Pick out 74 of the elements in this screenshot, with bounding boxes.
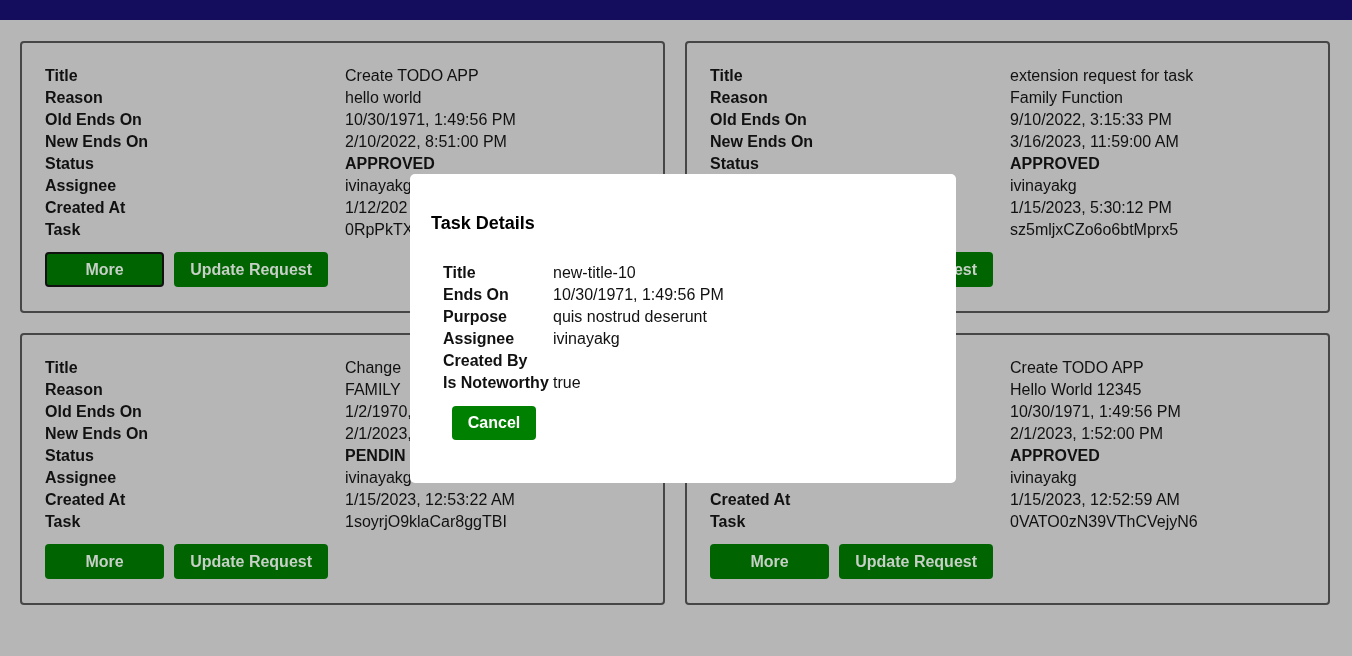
field-value: 3/16/2023, 11:59:00 AM [1010, 132, 1179, 152]
field-label: Title [45, 358, 78, 378]
field-label: New Ends On [710, 132, 814, 152]
update-request-button[interactable]: Update Request [839, 544, 993, 579]
field-label: New Ends On [45, 132, 149, 152]
field-label: Created At [45, 490, 126, 510]
field-label: Status [710, 154, 759, 174]
field-value: 0VATO0zN39VThCVejyN6 [1010, 512, 1198, 532]
field-value: sz5mljxCZo6o6btMprx5 [1010, 220, 1179, 240]
field-value: quis nostrud deserunt [553, 307, 707, 327]
field-label: Purpose [443, 307, 507, 327]
field-label: Created By [443, 351, 528, 371]
field-value: 2/10/2022, 8:51:00 PM [345, 132, 507, 152]
field-label: Created At [710, 490, 791, 510]
cancel-button[interactable]: Cancel [452, 406, 536, 440]
field-label: Is Noteworthy [443, 373, 549, 393]
field-value: extension request for task [1010, 66, 1194, 86]
field-value: true [553, 373, 581, 393]
field-label: Old Ends On [45, 110, 142, 130]
dialog-title: Task Details [431, 213, 536, 234]
field-value: 1/15/2023, 5:30:12 PM [1010, 198, 1172, 218]
more-button[interactable]: More [710, 544, 829, 579]
status-value: APPROVED [1010, 154, 1100, 174]
field-value: 10/30/1971, 1:49:56 PM [1010, 402, 1181, 422]
field-value: ivinayakg [345, 468, 412, 488]
more-button[interactable]: More [45, 544, 164, 579]
field-label: Title [443, 263, 476, 283]
field-value: 2/1/2023, [345, 424, 412, 444]
field-value: 1soyrjO9klaCar8ggTBI [345, 512, 507, 532]
field-label: Task [710, 512, 746, 532]
field-value: 1/12/202 [345, 198, 408, 218]
field-label: Reason [45, 88, 103, 108]
field-value: 10/30/1971, 1:49:56 PM [553, 285, 724, 305]
field-value: Hello World 12345 [1010, 380, 1142, 400]
field-label: Assignee [45, 468, 117, 488]
field-value: hello world [345, 88, 422, 108]
update-request-button[interactable]: Update Request [174, 252, 328, 287]
field-label: Task [45, 512, 81, 532]
field-value: Create TODO APP [1010, 358, 1144, 378]
status-value: APPROVED [345, 154, 435, 174]
status-value: PENDIN [345, 446, 406, 466]
field-value: 9/10/2022, 3:15:33 PM [1010, 110, 1172, 130]
field-value: 1/15/2023, 12:53:22 AM [345, 490, 515, 510]
update-request-button[interactable]: Update Request [174, 544, 328, 579]
field-label: Reason [45, 380, 103, 400]
more-button[interactable]: More [45, 252, 164, 287]
field-label: Created At [45, 198, 126, 218]
field-label: Status [45, 154, 94, 174]
field-label: Task [45, 220, 81, 240]
status-value: APPROVED [1010, 446, 1100, 466]
field-value: ivinayakg [345, 176, 412, 196]
field-value: ivinayakg [1010, 176, 1077, 196]
field-value: 10/30/1971, 1:49:56 PM [345, 110, 516, 130]
field-label: New Ends On [45, 424, 149, 444]
field-label: Ends On [443, 285, 509, 305]
field-label: Reason [710, 88, 768, 108]
field-value: FAMILY [345, 380, 401, 400]
field-label: Old Ends On [710, 110, 807, 130]
field-label: Assignee [443, 329, 515, 349]
field-value: 0RpPkTX [345, 220, 414, 240]
field-value: 2/1/2023, 1:52:00 PM [1010, 424, 1163, 444]
field-value: Change [345, 358, 402, 378]
field-value: Create TODO APP [345, 66, 479, 86]
field-label: Title [45, 66, 78, 86]
field-label: Title [710, 66, 743, 86]
field-label: Status [45, 446, 94, 466]
field-value: new-title-10 [553, 263, 636, 283]
field-value: 1/2/1970, [345, 402, 412, 422]
field-value: 1/15/2023, 12:52:59 AM [1010, 490, 1180, 510]
field-label: Assignee [45, 176, 117, 196]
field-value: ivinayakg [1010, 468, 1077, 488]
field-label: Old Ends On [45, 402, 142, 422]
field-value: ivinayakg [553, 329, 620, 349]
field-value: Family Function [1010, 88, 1123, 108]
